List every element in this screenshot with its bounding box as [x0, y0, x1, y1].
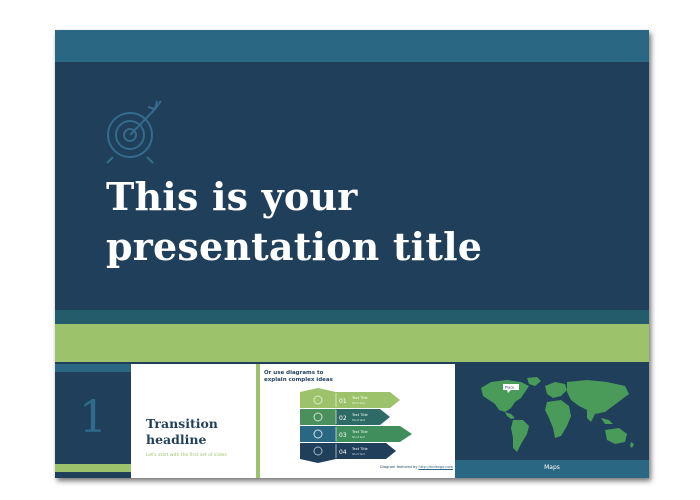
map-slide-label: Maps — [544, 464, 560, 471]
transition-headline-line-2: headline — [146, 432, 207, 447]
thumbnail-1-green-bar — [55, 464, 131, 472]
step-4-text: Short text — [352, 452, 365, 456]
thumbnail-1-stripe — [55, 364, 131, 372]
diagram-step-3: 03 Text Title Short text — [300, 426, 412, 442]
world-map-icon: Place — [481, 377, 634, 452]
step-2-text: Short text — [352, 418, 365, 422]
presentation-title: This is your presentation title — [106, 172, 626, 272]
transition-headline: Transition headline — [146, 416, 251, 448]
title-line-2: presentation title — [106, 224, 483, 269]
diagram-credit-link[interactable]: http://slidesgo.com — [419, 465, 453, 469]
diagram-credit-text: Diagram featured by — [380, 465, 418, 469]
step-3-title: Text Title — [351, 430, 368, 434]
section-number: 1 — [79, 392, 107, 443]
step-2-title: Text Title — [351, 413, 368, 417]
diagram-step-2: 02 Text Title Short text — [300, 409, 390, 425]
slide: This is your presentation title 1 Transi… — [55, 30, 649, 478]
step-1-number: 01 — [339, 398, 347, 405]
title-line-1: This is your — [106, 174, 358, 219]
step-1-title: Text Title — [351, 396, 368, 400]
diagram-step-4: 04 Text Title Short text — [300, 443, 396, 463]
step-4-number: 04 — [339, 449, 347, 456]
step-4-title: Text Title — [351, 447, 368, 451]
thumbnail-2-diagram-slide[interactable]: Or use diagrams to explain complex ideas… — [260, 364, 455, 478]
step-diagram: 01 Text Title Short text 02 Text Title S… — [300, 388, 412, 463]
diagram-credit: Diagram featured by http://slidesgo.com — [380, 465, 453, 469]
step-3-text: Short text — [352, 435, 365, 439]
thumbnail-1-transition-card[interactable]: Transition headline Let's start with the… — [131, 364, 256, 478]
transition-subtitle: Let's start with the first set of slides — [146, 453, 227, 458]
step-3-number: 03 — [339, 432, 347, 439]
map-callout-label: Place — [505, 386, 514, 390]
transition-headline-line-1: Transition — [146, 416, 218, 431]
diagram-heading-line-2: explain complex ideas — [264, 377, 333, 383]
diagram-heading: Or use diagrams to explain complex ideas — [264, 370, 333, 384]
diagram-heading-line-1: Or use diagrams to — [264, 370, 324, 376]
top-band — [55, 30, 649, 62]
step-2-number: 02 — [339, 415, 347, 422]
accent-band-teal — [55, 310, 649, 324]
step-1-text: Short text — [352, 401, 365, 405]
slide-thumbnail-strip: 1 Transition headline Let's start with t… — [55, 364, 649, 478]
thumbnail-1-number-panel[interactable]: 1 — [55, 364, 131, 478]
diagram-step-1: 01 Text Title Short text — [300, 388, 400, 408]
accent-band-green — [55, 324, 649, 362]
thumbnail-3-map-slide[interactable]: Place Maps — [455, 364, 649, 478]
target-arrow-icon — [106, 100, 162, 164]
